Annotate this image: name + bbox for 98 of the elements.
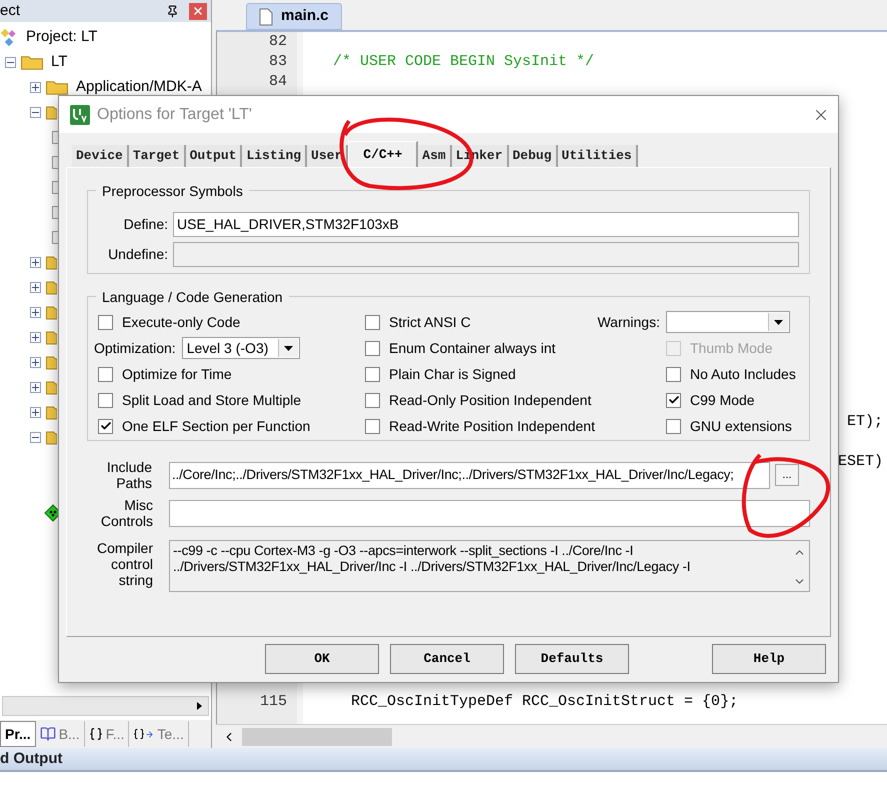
code-line: RCC_OscInitTypeDef RCC_OscInitStruct = {0};: [350, 692, 738, 712]
panel-tab[interactable]: B...: [36, 721, 85, 747]
dropdown-arrow-icon: [284, 346, 293, 350]
checkbox[interactable]: [666, 418, 681, 434]
editor-tab[interactable]: main.c: [246, 3, 342, 30]
browse-button[interactable]: ...: [775, 464, 799, 486]
checkbox-label: Plain Char is Signed: [389, 364, 516, 384]
line-number: 84: [268, 72, 287, 92]
horizontal-scrollbar[interactable]: [2, 696, 209, 716]
dropdown[interactable]: Level 3 (-O3): [182, 337, 300, 359]
folder-icon: [46, 80, 68, 94]
collapse-icon[interactable]: [30, 432, 41, 443]
tab[interactable]: Device: [72, 145, 129, 167]
field-label: Compiler control string: [96, 540, 153, 588]
tab[interactable]: Listing: [242, 145, 308, 167]
checkbox-label: Read-Only Position Independent: [389, 390, 592, 410]
checkbox[interactable]: [666, 392, 681, 408]
field-label: Undefine:: [107, 244, 168, 264]
dialog-button[interactable]: OK: [265, 644, 379, 674]
code-line: /* USER CODE BEGIN SysInit */: [333, 52, 594, 72]
app-logo-icon: [70, 104, 90, 124]
expand-icon[interactable]: [30, 332, 41, 343]
checkbox-label: Thumb Mode: [690, 338, 772, 358]
dialog-button[interactable]: Defaults: [515, 644, 629, 674]
panel-tab[interactable]: Te...: [129, 721, 189, 747]
field-label: Warnings:: [596, 312, 660, 332]
tree-item[interactable]: Application/MDK-A: [76, 76, 202, 99]
compiler-string-line: --c99 -c --cpu Cortex-M3 -g -O3 --apcs=interwork --split_sections -I ../Core/Inc -I: [173, 543, 634, 559]
checkbox[interactable]: [365, 314, 380, 330]
output-title: d Output: [0, 748, 62, 769]
close-button[interactable]: [189, 2, 207, 20]
horizontal-scrollbar[interactable]: [216, 724, 887, 748]
checkbox[interactable]: [98, 418, 113, 434]
line-number: 82: [268, 32, 287, 52]
panel-tab[interactable]: F...: [84, 721, 130, 747]
template-icon: [133, 728, 154, 740]
file-icon: [259, 8, 273, 26]
expand-icon[interactable]: [30, 307, 41, 318]
checkbox[interactable]: [666, 366, 681, 382]
define-field[interactable]: USE_HAL_DRIVER,STM32F103xB: [173, 212, 799, 236]
dropdown-arrow-icon: [774, 320, 783, 324]
dropdown[interactable]: [666, 311, 790, 333]
tab[interactable]: User: [307, 145, 348, 167]
scroll-thumb[interactable]: [242, 728, 392, 746]
tab[interactable]: Asm: [418, 145, 452, 167]
code-line: ESET): [838, 452, 883, 472]
tab[interactable]: Output: [186, 145, 242, 167]
field-label: Optimization:: [94, 338, 176, 358]
checkbox[interactable]: [365, 392, 380, 408]
dialog-button[interactable]: Cancel: [390, 644, 504, 674]
expand-icon[interactable]: [30, 407, 41, 418]
checkbox-label: Enum Container always int: [389, 338, 556, 358]
checkbox[interactable]: [98, 314, 113, 330]
field-label: Include Paths: [106, 459, 153, 491]
checkbox[interactable]: [365, 366, 380, 382]
collapse-icon[interactable]: [5, 57, 16, 68]
checkbox[interactable]: [365, 340, 380, 356]
panel-tab[interactable]: Pr...: [0, 721, 36, 747]
checkbox[interactable]: [98, 366, 113, 382]
checkbox-label: One ELF Section per Function: [122, 416, 310, 436]
checkbox[interactable]: [98, 392, 113, 408]
line-number: 115: [260, 692, 287, 712]
checkbox-label: GNU extensions: [690, 416, 792, 436]
dialog-title: Options for Target 'LT': [97, 104, 252, 124]
checkbox[interactable]: [365, 418, 380, 434]
folder-icon: [21, 56, 43, 70]
code-line: ET);: [846, 412, 883, 432]
close-icon: [192, 5, 204, 17]
tab[interactable]: C/C++: [348, 141, 418, 167]
panel-title: ect: [0, 0, 20, 21]
dialog-button[interactable]: Help: [712, 644, 826, 674]
checkbox-label: Execute-only Code: [122, 312, 240, 332]
expand-icon[interactable]: [30, 282, 41, 293]
expand-icon[interactable]: [30, 382, 41, 393]
checkbox-label: Optimize for Time: [122, 364, 232, 384]
checkbox-label: C99 Mode: [690, 390, 755, 410]
tree-item[interactable]: LT: [51, 51, 68, 74]
expand-icon[interactable]: [30, 257, 41, 268]
tab[interactable]: Target: [128, 145, 186, 167]
pin-icon[interactable]: [166, 4, 179, 18]
field-label: Define:: [122, 214, 168, 234]
checkbox-label: Split Load and Store Multiple: [122, 390, 301, 410]
tab[interactable]: Utilities: [558, 145, 638, 167]
tree-item[interactable]: Project: LT: [26, 26, 98, 49]
tab[interactable]: Debug: [508, 145, 558, 167]
book-icon: [40, 726, 56, 742]
braces-icon: [88, 727, 103, 741]
checkbox-label: Read-Write Position Independent: [389, 416, 595, 436]
collapse-icon[interactable]: [30, 107, 41, 118]
checkbox-label: No Auto Includes: [690, 364, 796, 384]
misc-controls-field[interactable]: [169, 500, 810, 526]
checkbox-label: Strict ANSI C: [389, 312, 471, 332]
line-number: 83: [268, 52, 287, 72]
field-label: Misc Controls: [100, 497, 153, 529]
expand-icon[interactable]: [30, 357, 41, 368]
expand-icon[interactable]: [30, 82, 41, 93]
include-paths-field[interactable]: ../Core/Inc;../Drivers/STM32F1xx_HAL_Driver/Inc;../Drivers/STM32F1xx_HAL_Driver/Inc/Legacy;: [169, 462, 770, 488]
compiler-string-line: ../Drivers/STM32F1xx_HAL_Driver/Inc -I ../Drivers/STM32F1xx_HAL_Driver/Inc/Legacy -I: [173, 559, 692, 575]
